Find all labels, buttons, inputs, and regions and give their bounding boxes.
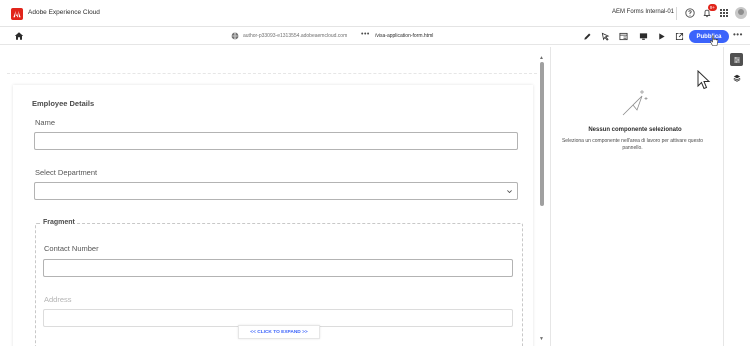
click-to-expand-button[interactable]: << CLICK TO EXPAND >> [238, 325, 320, 339]
contact-number-label: Contact Number [44, 244, 99, 253]
home-icon[interactable] [14, 31, 24, 41]
editor-toolbar: author-p33093-e1313554.adobeaemcloud.com… [0, 28, 750, 45]
properties-panel-icon[interactable] [730, 53, 743, 66]
divider [676, 7, 677, 20]
aem-forms-editor: Adobe Experience Cloud AEM Forms Interna… [0, 0, 750, 346]
scroll-thumb[interactable] [540, 62, 544, 206]
department-label: Select Department [35, 168, 98, 177]
select-pointer-icon[interactable] [600, 31, 610, 41]
name-input[interactable] [34, 132, 518, 150]
url-host[interactable]: author-p33093-e1313554.adobeaemcloud.com [243, 33, 347, 39]
play-icon[interactable] [656, 31, 666, 41]
empty-state-description: Seleziona un componente nell'area di lav… [561, 138, 704, 151]
user-avatar[interactable] [735, 7, 747, 19]
url-more-button[interactable]: ••• [361, 31, 370, 38]
empty-selection-icon [622, 90, 648, 116]
canvas-header-area [7, 47, 537, 74]
empty-state-title: Nessun componente selezionato [588, 127, 682, 133]
url-path[interactable]: /visa-application-form.html [375, 33, 433, 39]
org-switcher[interactable]: AEM Forms Internal-01 [612, 9, 674, 15]
contact-number-input[interactable] [43, 259, 513, 277]
adobe-logo[interactable] [11, 8, 23, 20]
more-options-button[interactable]: ••• [733, 30, 743, 39]
layers-icon[interactable] [730, 71, 743, 84]
scroll-down-icon[interactable]: ▼ [539, 336, 544, 342]
section-title[interactable]: Employee Details [32, 99, 94, 108]
hand-cursor-icon [709, 35, 719, 46]
product-name[interactable]: Adobe Experience Cloud [28, 9, 100, 16]
chevron-down-icon [507, 190, 512, 194]
fragment-title: Fragment [41, 219, 77, 226]
notification-badge: 9+ [708, 4, 717, 11]
scroll-up-icon[interactable]: ▲ [539, 55, 544, 61]
apps-grid-icon[interactable] [718, 7, 730, 19]
pencil-icon[interactable] [582, 31, 592, 41]
properties-icon[interactable] [618, 31, 628, 41]
mouse-pointer-icon [697, 70, 711, 90]
name-label: Name [35, 118, 56, 127]
help-icon[interactable] [684, 7, 696, 19]
globe-icon [231, 32, 239, 40]
open-external-icon[interactable] [674, 31, 684, 41]
address-label: Address [44, 295, 72, 304]
shell-bar: Adobe Experience Cloud AEM Forms Interna… [0, 0, 750, 27]
monitor-icon[interactable] [638, 31, 648, 41]
side-rail [723, 47, 750, 346]
canvas-scrollbar[interactable]: ▲ ▼ [538, 55, 546, 346]
bell-icon[interactable]: 9+ [701, 4, 717, 19]
department-select[interactable] [34, 182, 518, 200]
